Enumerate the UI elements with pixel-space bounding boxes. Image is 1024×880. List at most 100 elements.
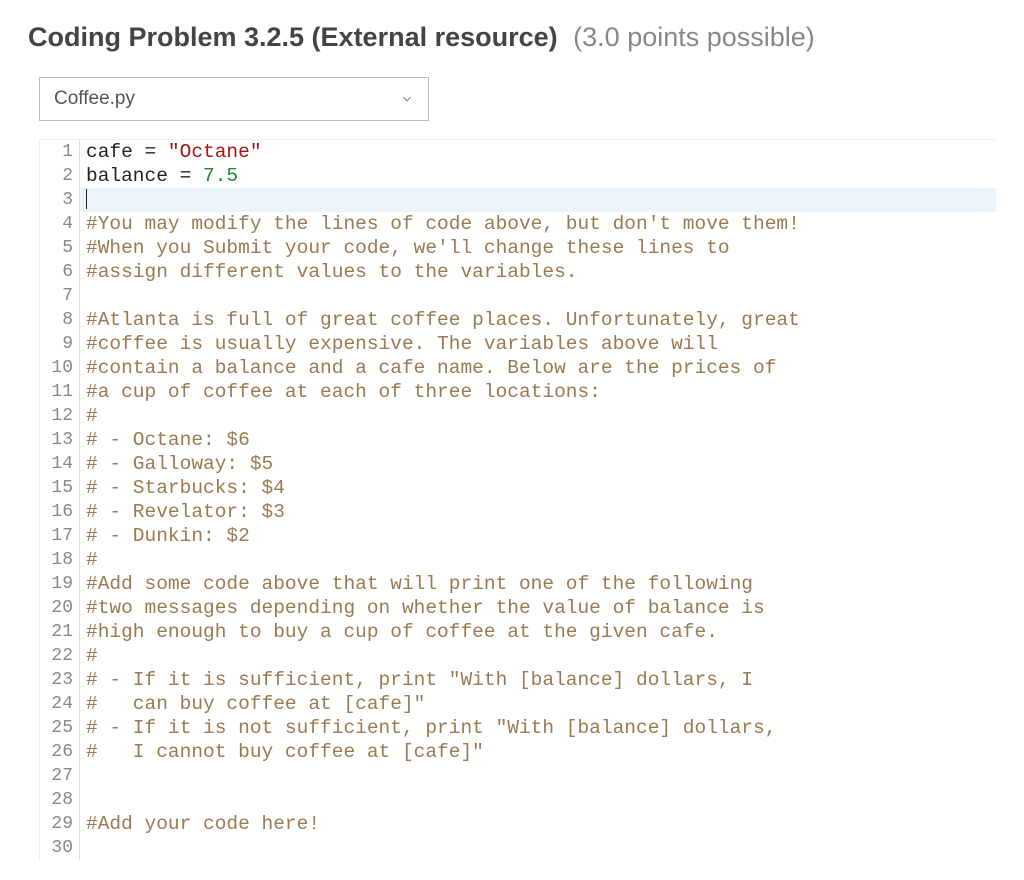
gutter-line-number: 16 [40,500,80,524]
gutter-line-number: 7 [40,284,80,308]
code-line[interactable]: 4 #You may modify the lines of code above… [40,212,996,236]
code-line[interactable]: 26# I cannot buy coffee at [cafe]" [40,740,996,764]
gutter-line-number: 2 [40,164,80,188]
code-token: # - Galloway: $5 [86,453,273,475]
code-line[interactable]: 13# - Octane: $6 [40,428,996,452]
code-line[interactable]: 9#coffee is usually expensive. The varia… [40,332,996,356]
gutter-line-number: 20 [40,596,80,620]
text-cursor [86,189,87,209]
code-content[interactable]: #contain a balance and a cafe name. Belo… [80,356,996,380]
code-line[interactable]: 1cafe = "Octane" [40,140,996,164]
code-content[interactable] [80,188,996,212]
code-content[interactable]: balance = 7.5 [80,164,996,188]
code-content[interactable]: #high enough to buy a cup of coffee at t… [80,620,996,644]
code-content[interactable]: #You may modify the lines of code above,… [80,212,996,236]
code-content[interactable]: # can buy coffee at [cafe]" [80,692,996,716]
code-token: #You may modify the lines of code above,… [86,213,800,235]
code-token: 7.5 [203,165,238,187]
code-content[interactable]: # - Galloway: $5 [80,452,996,476]
code-line[interactable]: 23 # - If it is sufficient, print "With [… [40,668,996,692]
gutter-line-number: 26 [40,740,80,764]
gutter-line-number: 24 [40,692,80,716]
code-line[interactable]: 16# - Revelator: $3 [40,500,996,524]
code-content[interactable]: # - If it is not sufficient, print "With… [80,716,996,740]
code-line[interactable]: 3 [40,188,996,212]
code-content[interactable]: #Atlanta is full of great coffee places.… [80,308,996,332]
code-content[interactable]: # - If it is sufficient, print "With [ba… [80,668,996,692]
code-token: # - Starbucks: $4 [86,477,285,499]
code-token: # [86,549,98,571]
code-content[interactable]: cafe = "Octane" [80,140,996,164]
code-line[interactable]: 28 [40,788,996,812]
code-token: balance = [86,165,203,187]
code-token: #a cup of coffee at each of three locati… [86,381,601,403]
gutter-line-number: 1 [40,140,80,164]
code-content[interactable]: # - Starbucks: $4 [80,476,996,500]
code-content[interactable]: #coffee is usually expensive. The variab… [80,332,996,356]
code-line[interactable]: 5#When you Submit your code, we'll chang… [40,236,996,260]
code-content[interactable]: # [80,404,996,428]
gutter-line-number: 8 [40,308,80,332]
code-line[interactable]: 30 [40,836,996,860]
code-content[interactable]: # I cannot buy coffee at [cafe]" [80,740,996,764]
code-token: # [86,405,98,427]
code-line[interactable]: 14# - Galloway: $5 [40,452,996,476]
code-content[interactable] [80,284,996,308]
gutter-line-number: 9 [40,332,80,356]
code-line[interactable]: 15# - Starbucks: $4 [40,476,996,500]
code-line[interactable]: 10 #contain a balance and a cafe name. Be… [40,356,996,380]
code-line[interactable]: 6#assign different values to the variabl… [40,260,996,284]
code-content[interactable] [80,788,996,812]
code-content[interactable]: #Add your code here! [80,812,996,836]
code-content[interactable]: #two messages depending on whether the v… [80,596,996,620]
gutter-line-number: 23 [40,668,80,692]
code-content[interactable]: #When you Submit your code, we'll change… [80,236,996,260]
gutter-line-number: 18 [40,548,80,572]
code-content[interactable]: # [80,548,996,572]
code-line[interactable]: 18 # [40,548,996,572]
code-content[interactable]: # - Octane: $6 [80,428,996,452]
code-content[interactable]: #a cup of coffee at each of three locati… [80,380,996,404]
gutter-line-number: 21 [40,620,80,644]
code-line[interactable]: 21 #high enough to buy a cup of coffee at… [40,620,996,644]
code-line[interactable]: 29#Add your code here! [40,812,996,836]
code-content[interactable] [80,764,996,788]
code-token: #high enough to buy a cup of coffee at t… [86,621,718,643]
code-token: # can buy coffee at [cafe]" [86,693,425,715]
code-line[interactable]: 17# - Dunkin: $2 [40,524,996,548]
code-content[interactable]: # [80,644,996,668]
code-token: #contain a balance and a cafe name. Belo… [86,357,776,379]
gutter-line-number: 12 [40,404,80,428]
code-line[interactable]: 7 [40,284,996,308]
code-content[interactable]: #Add some code above that will print one… [80,572,996,596]
gutter-line-number: 25 [40,716,80,740]
code-line[interactable]: 22# [40,644,996,668]
file-selector-label: Coffee.py [54,88,135,110]
gutter-line-number: 10 [40,356,80,380]
code-line[interactable]: 8#Atlanta is full of great coffee places… [40,308,996,332]
code-content[interactable]: #assign different values to the variable… [80,260,996,284]
gutter-line-number: 13 [40,428,80,452]
code-line[interactable]: 11#a cup of coffee at each of three loca… [40,380,996,404]
code-content[interactable]: # - Dunkin: $2 [80,524,996,548]
code-content[interactable] [80,836,996,860]
code-token: # - If it is sufficient, print "With [ba… [86,669,753,691]
code-editor[interactable]: 1cafe = "Octane"2balance = 7.534#You may… [39,139,996,860]
code-line[interactable]: 25# - If it is not sufficient, print "Wi… [40,716,996,740]
code-line[interactable]: 27 [40,764,996,788]
file-selector-dropdown[interactable]: Coffee.py [39,77,429,121]
gutter-line-number: 5 [40,236,80,260]
gutter-line-number: 4 [40,212,80,236]
problem-title: Coding Problem 3.2.5 (External resource) [28,22,558,52]
code-line[interactable]: 2balance = 7.5 [40,164,996,188]
code-line[interactable]: 12 # [40,404,996,428]
code-token: #Add your code here! [86,813,320,835]
code-token: #two messages depending on whether the v… [86,597,765,619]
chevron-down-icon [400,92,414,106]
code-line[interactable]: 24 # can buy coffee at [cafe]" [40,692,996,716]
code-line[interactable]: 20 #two messages depending on whether the… [40,596,996,620]
code-line[interactable]: 19#Add some code above that will print o… [40,572,996,596]
gutter-line-number: 17 [40,524,80,548]
title-line: Coding Problem 3.2.5 (External resource)… [28,20,996,55]
code-content[interactable]: # - Revelator: $3 [80,500,996,524]
